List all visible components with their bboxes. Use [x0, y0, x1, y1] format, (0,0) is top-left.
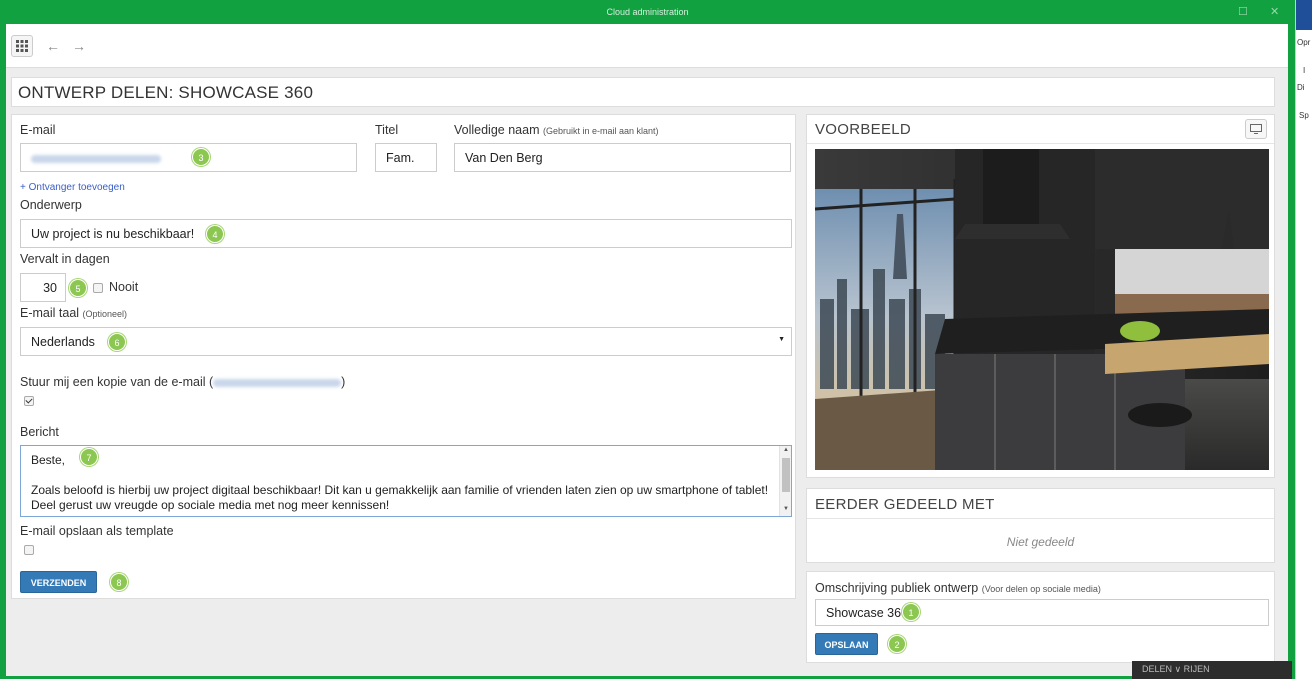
send-button[interactable]: VERZENDEN	[20, 571, 97, 593]
expires-days-input[interactable]: 30	[20, 273, 66, 302]
step-badge-2: 2	[888, 635, 906, 653]
preview-image	[815, 149, 1269, 470]
send-copy-checkbox[interactable]	[24, 396, 34, 406]
title-label: Titel	[375, 123, 399, 137]
not-shared-text: Niet gedeeld	[1006, 535, 1075, 549]
close-icon[interactable]: ✕	[1270, 0, 1279, 24]
fullname-hint: (Gebruikt in e-mail aan klant)	[542, 126, 659, 136]
copy-email-redacted	[213, 378, 342, 387]
background-text: Sp	[1299, 111, 1309, 120]
save-template-checkbox[interactable]	[24, 545, 34, 555]
fullname-label: Volledige naam (Gebruikt in e-mail aan k…	[454, 123, 659, 137]
fullname-label-text: Volledige naam	[454, 123, 540, 137]
public-description-hint: (Voor delen op sociale media)	[981, 584, 1101, 594]
forward-arrow-icon[interactable]: →	[68, 35, 90, 57]
message-textarea[interactable]: Beste, Zoals beloofd is hierbij uw proje…	[20, 445, 792, 517]
language-label: E-mail taal (Optioneel)	[20, 306, 127, 320]
window-title: Cloud administration	[606, 7, 689, 17]
message-line: Beste,	[31, 453, 66, 467]
message-line	[31, 468, 791, 483]
step-badge-4: 4	[206, 225, 224, 243]
dropdown-caret-icon: ▼	[778, 336, 785, 343]
email-input[interactable]	[20, 143, 357, 172]
toolbar: ← →	[6, 24, 1288, 68]
expires-label: Vervalt in dagen	[20, 252, 110, 266]
copy-label: Stuur mij een kopie van de e-mail ()	[20, 375, 345, 389]
step-badge-7: 7	[80, 448, 98, 466]
page-title: ONTWERP DELEN: SHOWCASE 360	[11, 77, 1275, 107]
message-label: Bericht	[20, 425, 59, 439]
message-line: Deel gerust uw vreugde op sociale media …	[31, 498, 390, 512]
app-content: ← → ONTWERP DELEN: SHOWCASE 360 E-mail T…	[6, 24, 1288, 676]
copy-label-prefix: Stuur mij een kopie van de e-mail (	[20, 375, 214, 389]
email-value-redacted	[31, 154, 161, 163]
public-description-input[interactable]: Showcase 360	[815, 599, 1269, 626]
background-window-strip: Opr I Di Sp	[1295, 0, 1312, 679]
shared-with-panel: EERDER GEDEELD MET Niet gedeeld	[806, 488, 1275, 563]
preview-divider	[807, 143, 1274, 144]
step-badge-1: 1	[902, 603, 920, 621]
preview-panel: VOORBEELD	[806, 114, 1275, 478]
window-titlebar: Cloud administration ☐ ✕	[0, 0, 1295, 24]
language-selected-value: Nederlands	[31, 335, 95, 349]
public-description-label-text: Omschrijving publiek ontwerp	[815, 581, 979, 595]
language-label-text: E-mail taal	[20, 306, 80, 320]
add-recipient-link[interactable]: + Ontvanger toevoegen	[20, 182, 125, 193]
step-badge-6: 6	[108, 333, 126, 351]
scroll-up-icon[interactable]: ▲	[780, 447, 792, 453]
grid-icon[interactable]	[11, 35, 33, 57]
step-badge-3: 3	[192, 148, 210, 166]
shared-with-divider	[807, 518, 1274, 519]
preview-heading: VOORBEELD	[815, 121, 912, 138]
monitor-icon[interactable]	[1245, 119, 1267, 139]
scrollbar-thumb[interactable]	[782, 458, 790, 492]
background-text: Di	[1297, 83, 1305, 92]
share-form-panel: E-mail Titel Volledige naam (Gebruikt in…	[11, 114, 796, 599]
background-window-header	[1296, 0, 1312, 30]
language-select[interactable]: Nederlands ▼	[20, 327, 792, 356]
shared-with-heading: EERDER GEDEELD MET	[815, 496, 995, 513]
subject-label: Onderwerp	[20, 198, 82, 212]
background-text: I	[1303, 66, 1306, 75]
message-line: Zoals beloofd is hierbij uw project digi…	[31, 483, 769, 497]
bottom-overlay: DELEN ∨ RIJEN	[1132, 661, 1292, 679]
copy-label-suffix: )	[341, 375, 346, 389]
message-scrollbar[interactable]: ▲ ▼	[779, 446, 791, 516]
save-template-label: E-mail opslaan als template	[20, 524, 174, 538]
title-input[interactable]: Fam.	[375, 143, 437, 172]
maximize-icon[interactable]: ☐	[1238, 0, 1248, 24]
step-badge-8: 8	[110, 573, 128, 591]
email-label: E-mail	[20, 123, 56, 137]
scroll-down-icon[interactable]: ▼	[780, 506, 792, 512]
back-arrow-icon[interactable]: ←	[42, 35, 64, 57]
never-expire-checkbox[interactable]	[93, 283, 103, 293]
public-description-panel: Omschrijving publiek ontwerp (Voor delen…	[806, 571, 1275, 663]
save-public-description-button[interactable]: OPSLAAN	[815, 633, 878, 655]
never-expire-label: Nooit	[109, 280, 139, 294]
subject-input[interactable]: Uw project is nu beschikbaar!	[20, 219, 792, 248]
public-description-label: Omschrijving publiek ontwerp (Voor delen…	[815, 581, 1101, 595]
fullname-input[interactable]: Van Den Berg	[454, 143, 791, 172]
step-badge-5: 5	[69, 279, 87, 297]
language-hint: (Optioneel)	[82, 309, 128, 319]
window-border-right	[1288, 24, 1295, 679]
background-text: Opr	[1297, 38, 1311, 47]
